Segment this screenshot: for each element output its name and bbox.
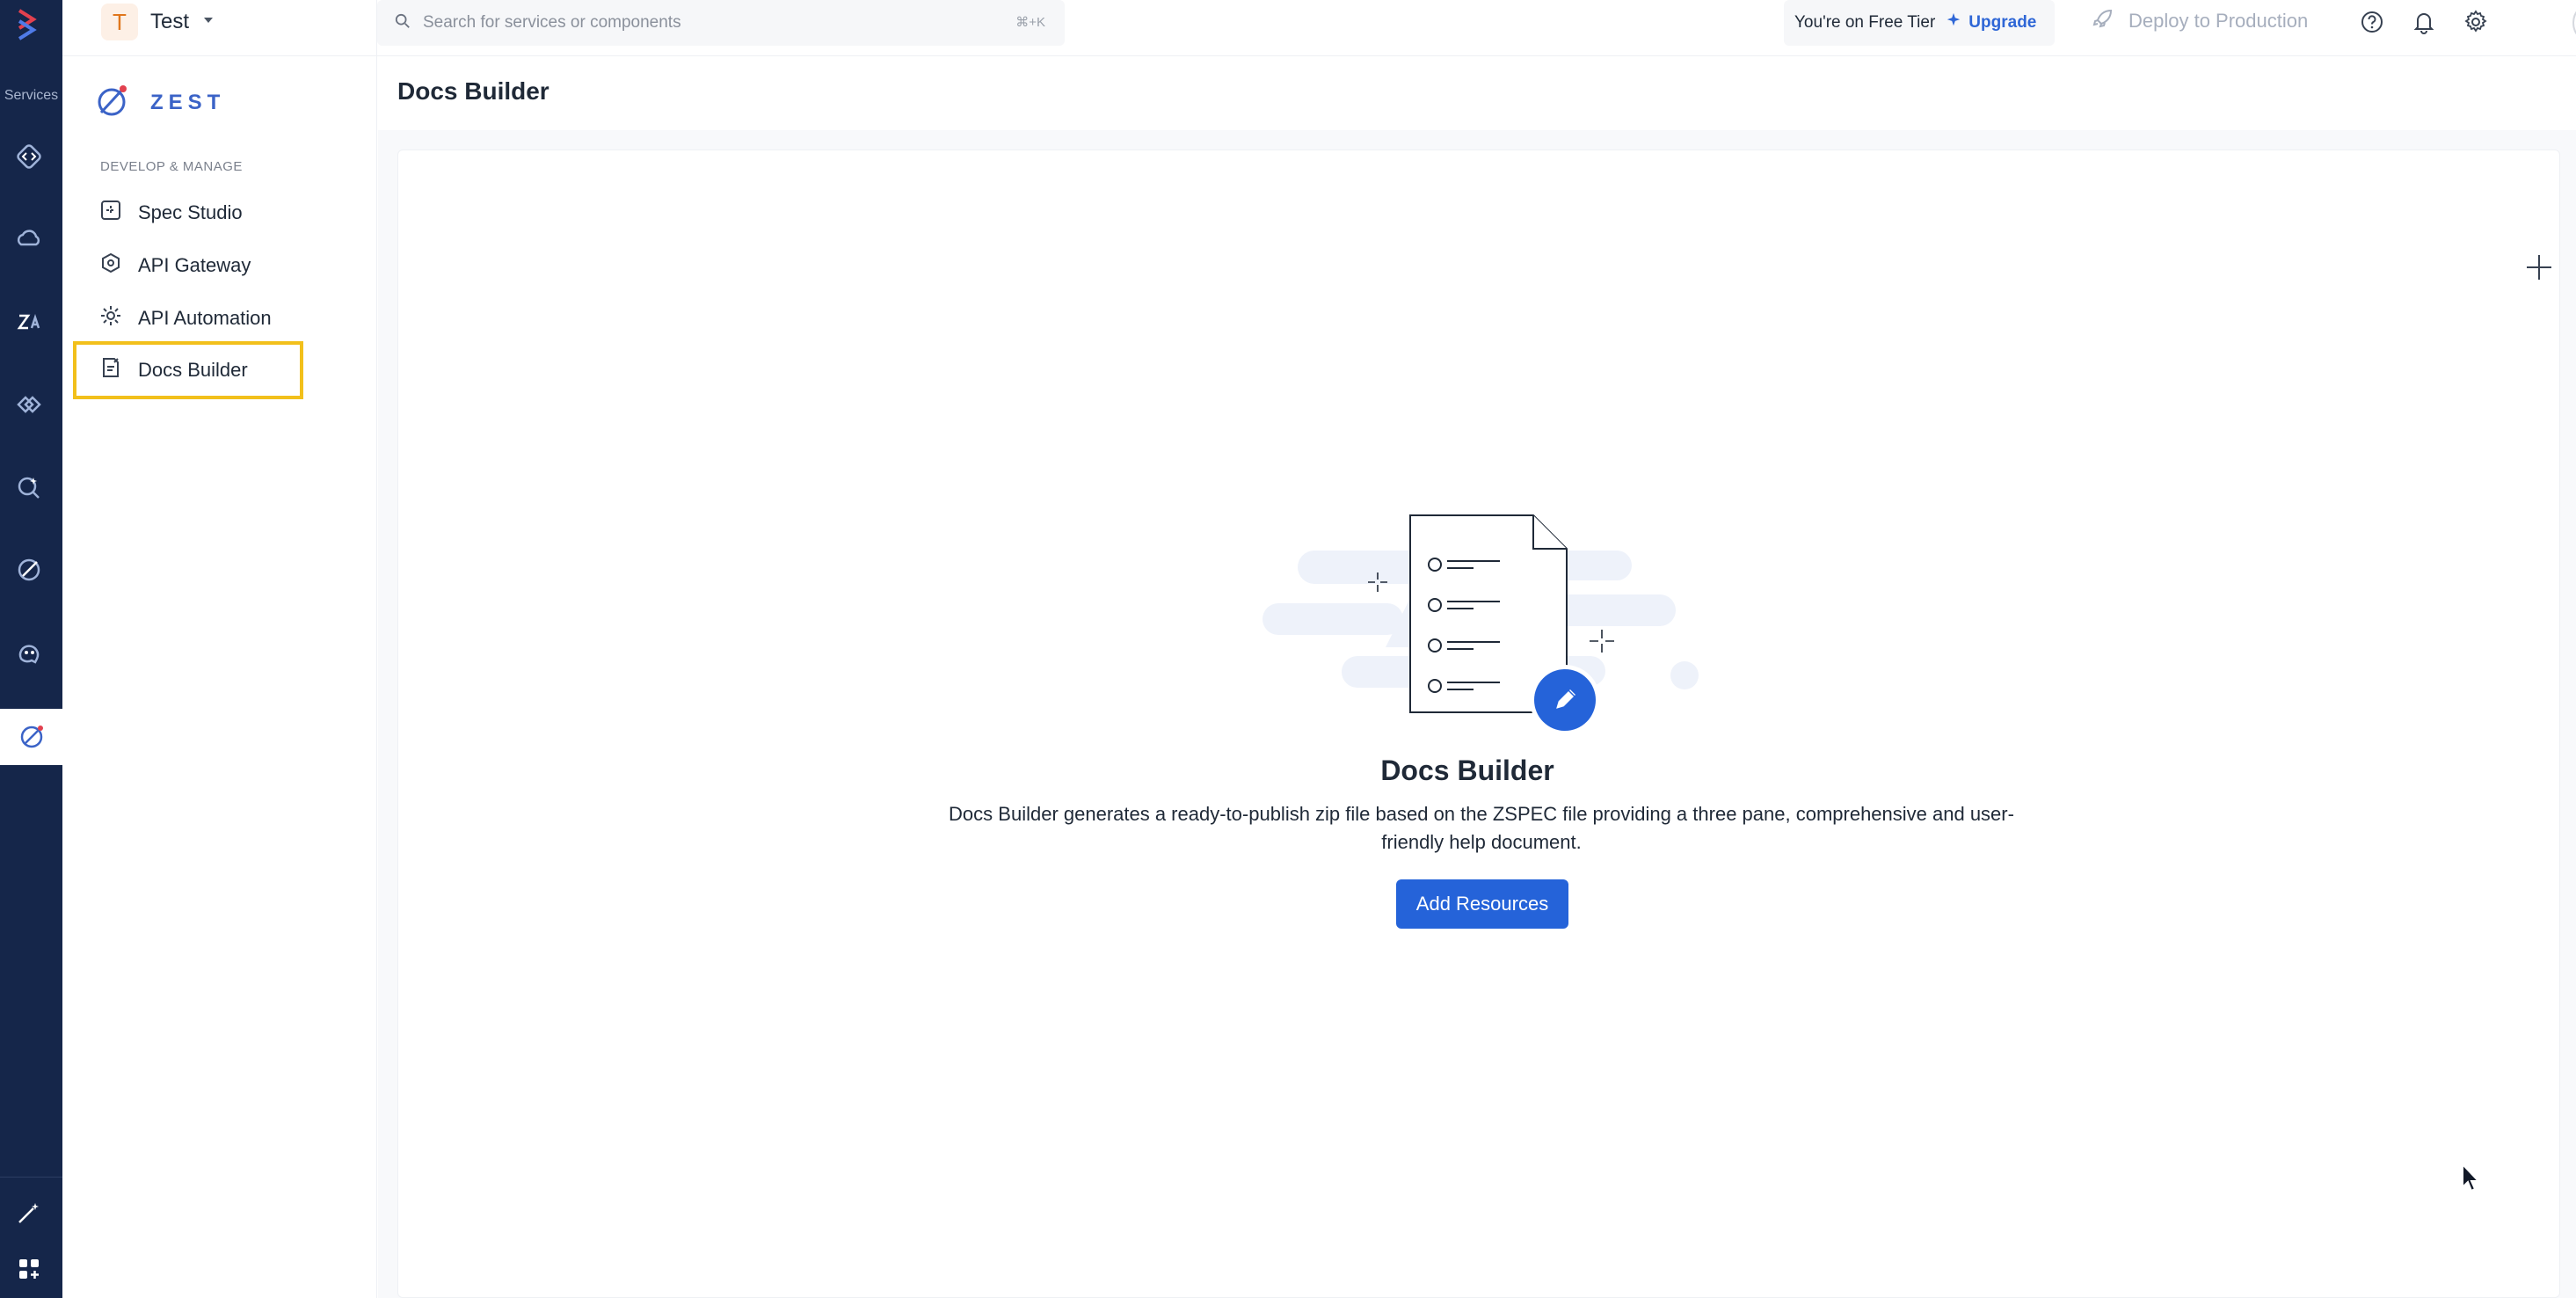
plus-icon[interactable] <box>2523 252 2555 283</box>
sidebar-item-label: Docs Builder <box>138 359 248 381</box>
search-icon <box>395 13 411 33</box>
brand: ZEST <box>94 83 225 122</box>
help-icon[interactable] <box>2357 7 2387 37</box>
api-gateway-icon <box>99 252 122 280</box>
services-label: Services <box>4 88 59 103</box>
docs-builder-icon <box>99 356 122 384</box>
rocket-icon <box>2092 7 2114 35</box>
page-title: Docs Builder <box>397 77 549 105</box>
sidebar-item-label: API Gateway <box>138 254 251 276</box>
apps-icon[interactable] <box>9 1249 49 1289</box>
sidebar-item-api-gateway[interactable]: API Gateway <box>73 237 303 295</box>
brand-name: ZEST <box>150 90 226 114</box>
avatar[interactable] <box>2572 2 2576 44</box>
sparkle-icon <box>1946 12 1961 33</box>
gear-icon[interactable] <box>2461 7 2491 37</box>
spec-studio-icon <box>99 199 122 227</box>
tier-banner: You're on Free Tier Upgrade <box>1784 0 2055 46</box>
secondary-sidebar: ZEST DEVELOP & MANAGE Spec Studio API Ga… <box>62 0 377 1298</box>
upgrade-label: Upgrade <box>1968 13 2037 32</box>
search-input[interactable] <box>423 13 950 33</box>
hands-icon[interactable] <box>9 384 49 425</box>
sidebar-item-spec-studio[interactable]: Spec Studio <box>73 184 303 242</box>
add-resources-button[interactable]: Add Resources <box>1396 879 1568 929</box>
search-shortcut: ⌘+K <box>1015 15 1045 30</box>
code-icon[interactable] <box>9 136 49 177</box>
translate-icon[interactable] <box>9 302 49 342</box>
empty-state-title: Docs Builder <box>1380 755 1554 786</box>
bot-icon[interactable] <box>9 632 49 673</box>
tier-text: You're on Free Tier <box>1794 13 1936 32</box>
section-label: DEVELOP & MANAGE <box>100 159 243 174</box>
app-logo-icon[interactable] <box>9 5 44 44</box>
api-automation-icon <box>99 304 122 332</box>
bell-icon[interactable] <box>2409 7 2439 37</box>
workspace-badge: T <box>101 4 138 40</box>
top-bar: T Test ⌘+K You're on Free Tier Upgrade D… <box>62 0 2576 56</box>
mouse-cursor-icon <box>2460 1162 2483 1194</box>
sidebar-item-label: Spec Studio <box>138 201 243 223</box>
search-bar[interactable]: ⌘+K <box>377 0 1065 46</box>
zest-icon[interactable] <box>9 550 49 590</box>
sidebar-item-docs-builder[interactable]: Docs Builder <box>73 341 303 399</box>
cloud-icon[interactable] <box>9 220 49 260</box>
magic-wand-icon[interactable] <box>9 1192 49 1233</box>
chat-search-icon[interactable] <box>9 467 49 507</box>
app-rail: Services <box>0 0 62 1298</box>
sidebar-item-api-automation[interactable]: API Automation <box>73 289 303 347</box>
workspace-name: Test <box>150 10 190 33</box>
zest-logo-icon <box>94 83 129 122</box>
deploy-to-production-button[interactable]: Deploy to Production <box>2092 7 2308 35</box>
upgrade-link[interactable]: Upgrade <box>1946 12 2036 33</box>
deploy-label: Deploy to Production <box>2128 10 2309 32</box>
empty-state-description: Docs Builder generates a ready-to-publis… <box>949 803 2014 853</box>
workspace-switcher[interactable]: T Test <box>101 4 215 40</box>
caret-down-icon <box>201 13 215 32</box>
rail-divider <box>0 1177 62 1178</box>
sidebar-item-label: API Automation <box>138 307 272 329</box>
docs-illustration <box>1263 507 1702 744</box>
